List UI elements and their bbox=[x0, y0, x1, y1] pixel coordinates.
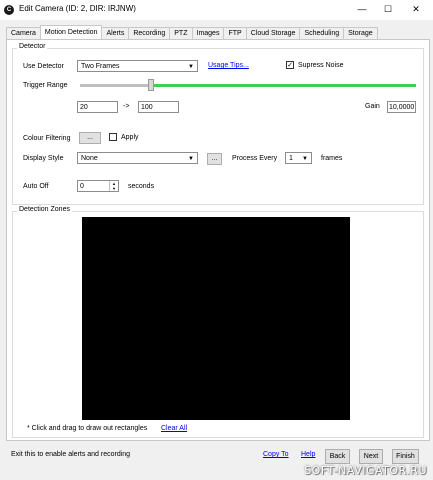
tab-ptz[interactable]: PTZ bbox=[169, 27, 193, 39]
frames-label: frames bbox=[321, 155, 343, 162]
seconds-label: seconds bbox=[128, 183, 155, 190]
trigger-range-label: Trigger Range bbox=[23, 82, 68, 89]
process-every-label: Process Every bbox=[232, 155, 278, 162]
detector-group-title: Detector bbox=[17, 43, 48, 50]
tab-cloud-storage[interactable]: Cloud Storage bbox=[245, 27, 301, 39]
use-detector-label: Use Detector bbox=[23, 63, 64, 70]
window-title: Edit Camera (ID: 2, DIR: IRJNW) bbox=[19, 4, 136, 13]
status-text: Exit this to enable alerts and recording bbox=[11, 451, 131, 458]
chevron-down-icon: ▼ bbox=[188, 64, 194, 70]
supress-noise-label: Supress Noise bbox=[298, 62, 344, 69]
minimize-button[interactable]: — bbox=[352, 2, 372, 16]
process-every-select[interactable]: 1 ▼ bbox=[285, 152, 312, 164]
colour-filtering-label: Colour Filtering bbox=[23, 135, 71, 142]
apply-label: Apply bbox=[121, 134, 139, 141]
use-detector-select[interactable]: Two Frames ▼ bbox=[77, 60, 198, 72]
clear-all-link[interactable]: Clear All bbox=[161, 425, 187, 432]
help-link[interactable]: Help bbox=[301, 451, 315, 458]
display-style-select[interactable]: None ▼ bbox=[77, 152, 198, 164]
tab-ftp[interactable]: FTP bbox=[223, 27, 247, 39]
detection-zones-title: Detection Zones bbox=[17, 206, 72, 213]
finish-button[interactable]: Finish bbox=[392, 449, 419, 464]
display-style-value: None bbox=[81, 155, 98, 162]
range-arrow-label: -> bbox=[123, 103, 130, 110]
usage-tips-link[interactable]: Usage Tips... bbox=[208, 62, 249, 69]
colour-filter-button[interactable]: ... bbox=[79, 132, 101, 144]
auto-off-input[interactable]: 0 ▲ ▼ bbox=[77, 180, 119, 192]
range-max-input[interactable]: 100 bbox=[138, 101, 179, 113]
auto-off-value: 0 bbox=[80, 183, 84, 190]
tab-motion-detection[interactable]: Motion Detection bbox=[39, 25, 103, 39]
copy-to-link[interactable]: Copy To bbox=[263, 451, 289, 458]
apply-checkbox[interactable] bbox=[109, 133, 117, 141]
gain-input[interactable]: 10,0000 bbox=[387, 101, 416, 113]
zones-hint: * Click and drag to draw out rectangles bbox=[27, 425, 148, 432]
next-button[interactable]: Next bbox=[359, 449, 383, 464]
watermark: SOFT-NAVIGATOR.RU bbox=[304, 464, 427, 477]
back-button[interactable]: Back bbox=[325, 449, 350, 464]
tab-storage[interactable]: Storage bbox=[343, 27, 378, 39]
trigger-range-thumb[interactable] bbox=[147, 79, 154, 91]
process-every-value: 1 bbox=[289, 155, 293, 162]
app-icon: C bbox=[4, 5, 14, 15]
gain-label: Gain bbox=[365, 103, 380, 110]
range-min-input[interactable]: 20 bbox=[77, 101, 118, 113]
display-style-label: Display Style bbox=[23, 155, 64, 162]
trigger-range-slider-left bbox=[80, 84, 151, 87]
tab-recording[interactable]: Recording bbox=[128, 27, 171, 39]
display-style-button[interactable]: ... bbox=[207, 153, 222, 165]
use-detector-value: Two Frames bbox=[81, 63, 120, 70]
tab-strip: Camera Motion Detection Alerts Recording… bbox=[6, 25, 378, 39]
auto-off-label: Auto Off bbox=[23, 183, 49, 190]
tab-scheduling[interactable]: Scheduling bbox=[299, 27, 345, 39]
detection-zone-canvas[interactable] bbox=[82, 217, 350, 420]
spin-arrows-icon[interactable]: ▲ ▼ bbox=[109, 181, 118, 191]
tab-images[interactable]: Images bbox=[191, 27, 225, 39]
maximize-button[interactable]: ☐ bbox=[378, 2, 398, 16]
chevron-down-icon: ▼ bbox=[302, 156, 308, 162]
supress-noise-checkbox[interactable]: ✓ bbox=[286, 61, 294, 69]
tab-alerts[interactable]: Alerts bbox=[101, 27, 130, 39]
close-button[interactable]: ✕ bbox=[406, 2, 426, 16]
detector-group bbox=[12, 48, 424, 205]
tab-camera[interactable]: Camera bbox=[6, 27, 41, 39]
chevron-down-icon: ▼ bbox=[188, 156, 194, 162]
